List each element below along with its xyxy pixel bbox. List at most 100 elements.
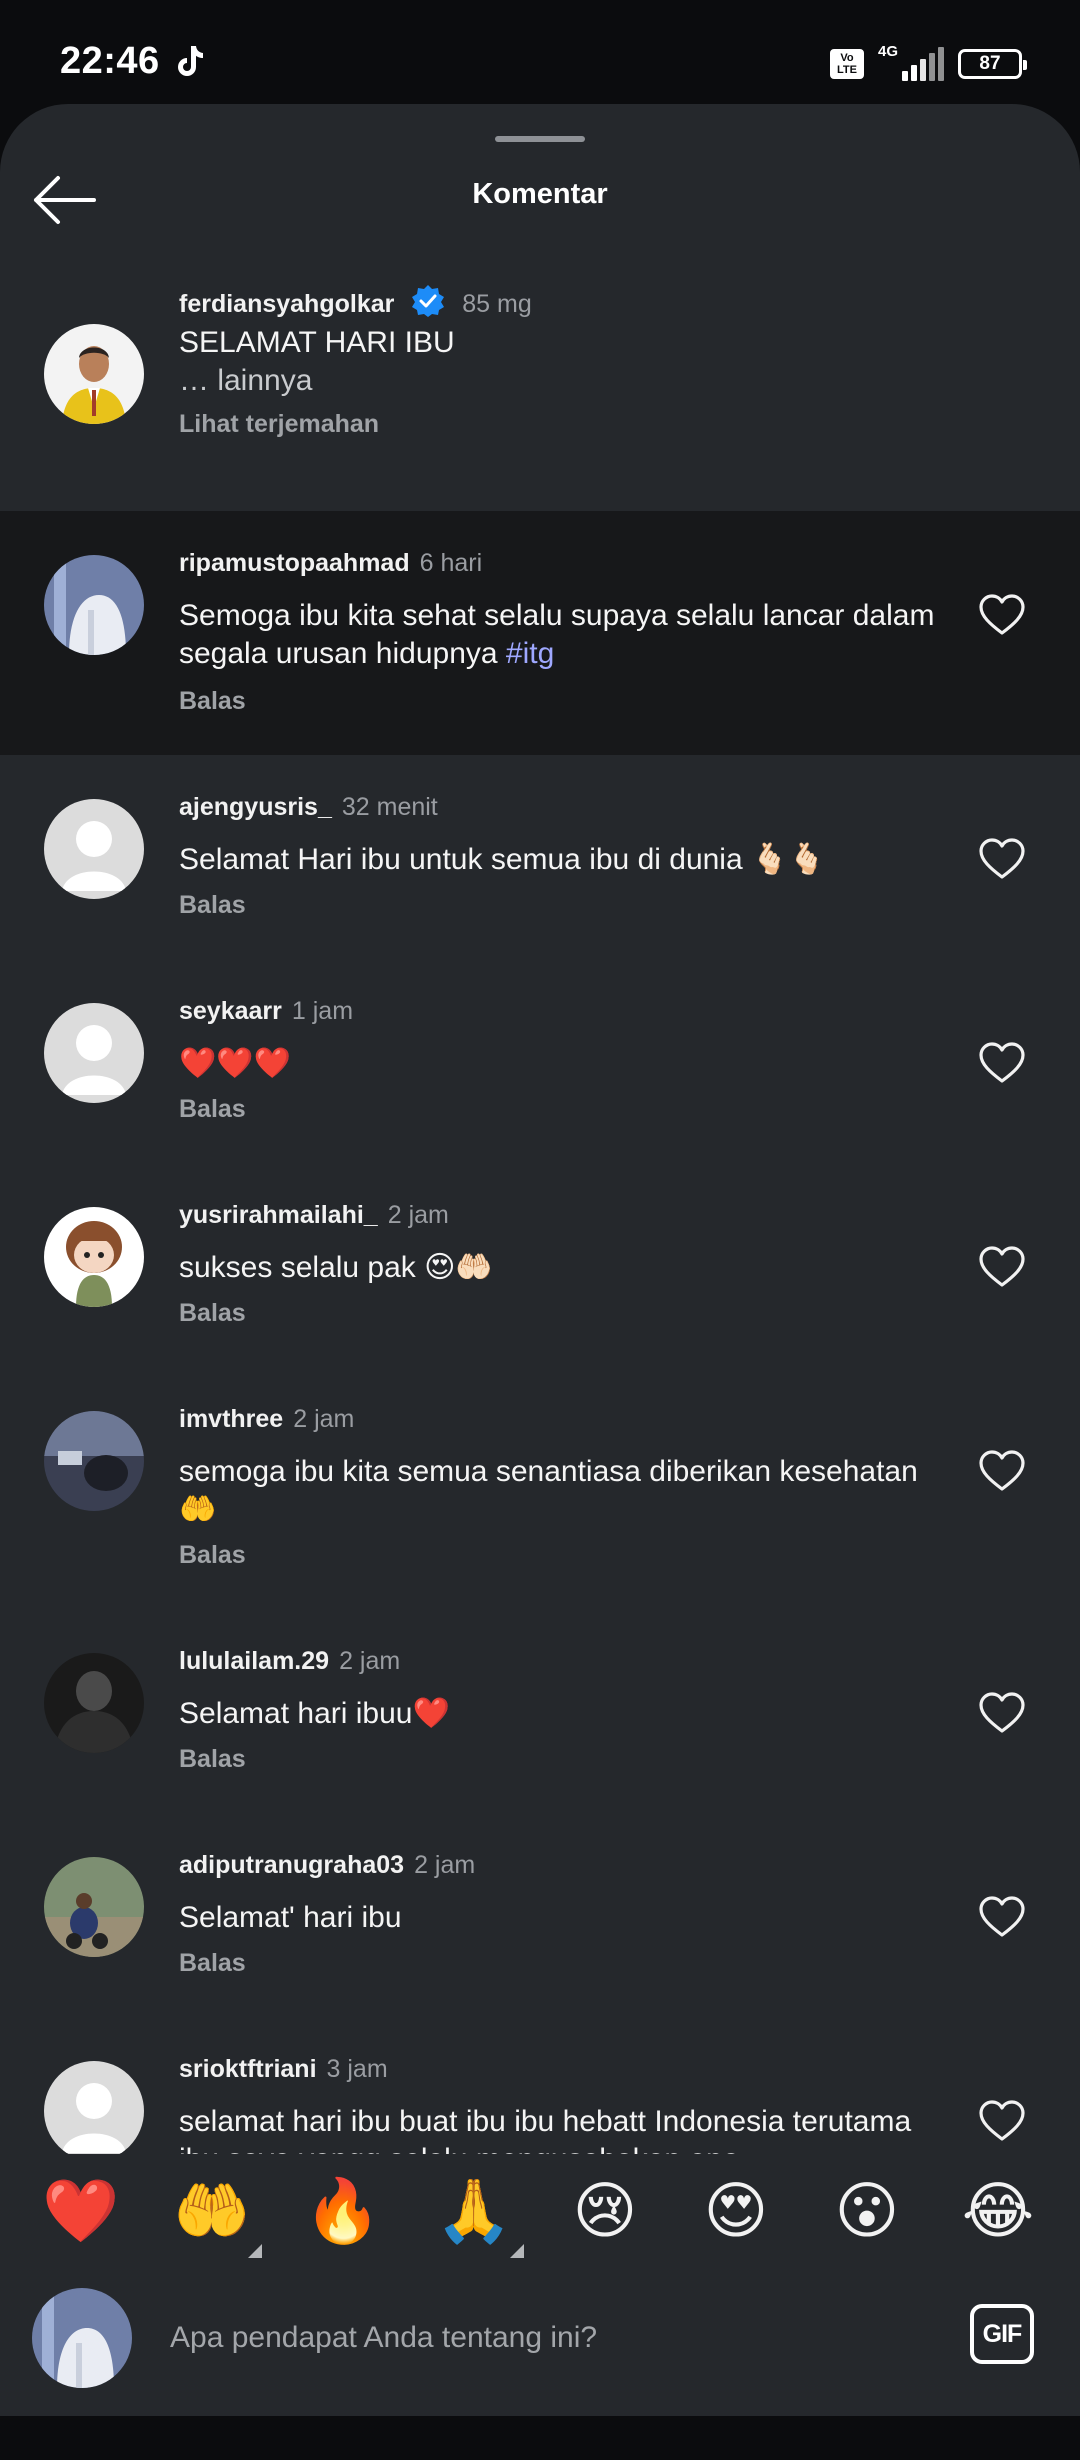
- comments-sheet: Komentar ferdiansyahgolkar 85 mg SELAMAT…: [0, 104, 1080, 2416]
- comment-time: 32 menit: [341, 793, 438, 821]
- comment-username[interactable]: lululailam.29: [179, 1647, 329, 1675]
- heart-outline-icon[interactable]: [978, 1895, 1026, 1939]
- status-time: 22:46: [60, 40, 160, 82]
- reply-button[interactable]: Balas: [179, 1745, 246, 1774]
- comment-row: yusrirahmailahi_ 2 jam sukses selalu pak …: [0, 1163, 1080, 1367]
- comment-username[interactable]: yusrirahmailahi_: [179, 1201, 378, 1229]
- drag-handle[interactable]: [495, 136, 585, 142]
- comment-text: Selamat hari ibuu❤️: [179, 1697, 450, 1730]
- comment-time: 6 hari: [419, 549, 483, 577]
- comment-username[interactable]: adiputranugraha03: [179, 1851, 404, 1879]
- heart-outline-icon[interactable]: [978, 1041, 1026, 1085]
- caption-meta: ferdiansyahgolkar 85 mg: [179, 284, 532, 319]
- comment-username[interactable]: ajengyusris_: [179, 793, 332, 821]
- reaction-laughing[interactable]: 😂: [953, 2166, 1043, 2256]
- comment-row: seykaarr 1 jam ❤️❤️❤️ Balas: [0, 959, 1080, 1163]
- comment-meta: lululailam.29 2 jam: [179, 1647, 400, 1676]
- comment-row: srioktftriani 3 jam selamat hari ibu buat…: [0, 2017, 1080, 2157]
- comment-meta: seykaarr 1 jam: [179, 997, 353, 1026]
- comment-time: 2 jam: [293, 1405, 355, 1433]
- comment-username[interactable]: ripamustopaahmad: [179, 549, 410, 577]
- comment-row: imvthree 2 jam semoga ibu kita semua sena…: [0, 1367, 1080, 1609]
- default-avatar[interactable]: [44, 2061, 144, 2157]
- author-avatar[interactable]: [44, 324, 144, 424]
- comment-time: 2 jam: [387, 1201, 449, 1229]
- commenter-avatar[interactable]: [44, 1207, 144, 1307]
- heart-outline-icon[interactable]: [978, 1691, 1026, 1735]
- commenter-avatar[interactable]: [44, 1857, 144, 1957]
- reply-button[interactable]: Balas: [179, 687, 246, 716]
- commenter-avatar[interactable]: [44, 1653, 144, 1753]
- skin-tone-indicator-icon: [510, 2244, 524, 2258]
- comment-time: 2 jam: [414, 1851, 476, 1879]
- signal-icon: 4G: [878, 43, 944, 81]
- comment-text: Semoga ibu kita sehat selalu supaya sela…: [179, 599, 935, 670]
- comment-hashtag[interactable]: #itg: [506, 637, 554, 670]
- comment-text: semoga ibu kita semua senantiasa diberik…: [179, 1455, 918, 1526]
- comment-meta: srioktftriani 3 jam: [179, 2055, 388, 2084]
- reply-button[interactable]: Balas: [179, 1541, 246, 1570]
- my-avatar: [32, 2288, 132, 2388]
- reaction-heart[interactable]: ❤️: [36, 2166, 126, 2256]
- status-indicators: Vo LTE 4G 87: [830, 43, 1027, 84]
- comment-row: lululailam.29 2 jam Selamat hari ibuu❤️ B…: [0, 1609, 1080, 1813]
- sheet-title: Komentar: [472, 178, 608, 210]
- system-nav-bar: [0, 2416, 1080, 2460]
- comment-row: ripamustopaahmad 6 hari Semoga ibu kita s…: [0, 511, 1080, 755]
- comment-username[interactable]: imvthree: [179, 1405, 283, 1433]
- heart-outline-icon[interactable]: [978, 1449, 1026, 1493]
- comment-text: ❤️❤️❤️: [179, 1047, 292, 1080]
- default-avatar[interactable]: [44, 799, 144, 899]
- heart-outline-icon[interactable]: [978, 837, 1026, 881]
- reaction-palms-up[interactable]: 🤲: [167, 2166, 257, 2256]
- comment-row: ajengyusris_ 32 menit Selamat Hari ibu un…: [0, 755, 1080, 959]
- comment-time: 1 jam: [291, 997, 354, 1025]
- heart-outline-icon[interactable]: [978, 593, 1026, 637]
- reply-button[interactable]: Balas: [179, 1299, 246, 1328]
- comment-input[interactable]: [170, 2306, 930, 2370]
- gif-icon[interactable]: GIF: [970, 2304, 1034, 2364]
- caption-time: 85 mg: [462, 290, 532, 318]
- comment-text: sukses selalu pak 😍🤲🏻: [179, 1251, 493, 1284]
- comment-meta: adiputranugraha03 2 jam: [179, 1851, 475, 1880]
- status-bar: 22:46 Vo LTE 4G 87: [0, 0, 1080, 104]
- reply-button[interactable]: Balas: [179, 1095, 246, 1124]
- tiktok-icon: [178, 46, 203, 76]
- reaction-fire[interactable]: 🔥: [298, 2166, 388, 2256]
- post-caption: ferdiansyahgolkar 85 mg SELAMAT HARI IBU…: [0, 264, 1080, 512]
- reaction-pray[interactable]: 🙏: [429, 2166, 519, 2256]
- comment-text: selamat hari ibu buat ibu ibu hebatt Ind…: [179, 2105, 912, 2157]
- heart-outline-icon[interactable]: [978, 2099, 1026, 2143]
- caption-username[interactable]: ferdiansyahgolkar: [179, 290, 394, 318]
- reaction-heart-eyes[interactable]: 😍: [691, 2166, 781, 2256]
- volte-icon: Vo LTE: [830, 49, 864, 79]
- commenter-avatar[interactable]: [44, 555, 144, 655]
- quick-reactions-bar: ❤️ 🤲 🔥 🙏 😢 😍 😮 😂: [0, 2154, 1080, 2274]
- comment-meta: ajengyusris_ 32 menit: [179, 793, 438, 822]
- battery-icon: 87: [958, 49, 1027, 79]
- skin-tone-indicator-icon: [248, 2244, 262, 2258]
- caption-text: SELAMAT HARI IBU: [179, 326, 455, 359]
- comment-meta: yusrirahmailahi_ 2 jam: [179, 1201, 449, 1230]
- comment-row: adiputranugraha03 2 jam Selamat' hari ibu…: [0, 1813, 1080, 2017]
- network-type: 4G: [878, 43, 899, 60]
- commenter-avatar[interactable]: [44, 1411, 144, 1511]
- comment-text: Selamat Hari ibu untuk semua ibu di duni…: [179, 843, 826, 876]
- comment-meta: ripamustopaahmad 6 hari: [179, 549, 482, 578]
- comment-time: 3 jam: [326, 2055, 388, 2083]
- reaction-crying[interactable]: 😢: [560, 2166, 650, 2256]
- caption-more[interactable]: … lainnya: [179, 362, 939, 400]
- comment-text: Selamat' hari ibu: [179, 1901, 402, 1934]
- verified-badge-icon: [412, 285, 445, 317]
- comment-meta: imvthree 2 jam: [179, 1405, 354, 1434]
- reply-button[interactable]: Balas: [179, 1949, 246, 1978]
- comment-composer: GIF: [0, 2276, 1080, 2416]
- heart-outline-icon[interactable]: [978, 1245, 1026, 1289]
- see-translation-link[interactable]: Lihat terjemahan: [179, 410, 379, 439]
- reaction-surprised[interactable]: 😮: [822, 2166, 912, 2256]
- reply-button[interactable]: Balas: [179, 891, 246, 920]
- comment-username[interactable]: srioktftriani: [179, 2055, 317, 2083]
- comment-time: 2 jam: [339, 1647, 401, 1675]
- comment-username[interactable]: seykaarr: [179, 997, 282, 1025]
- default-avatar[interactable]: [44, 1003, 144, 1103]
